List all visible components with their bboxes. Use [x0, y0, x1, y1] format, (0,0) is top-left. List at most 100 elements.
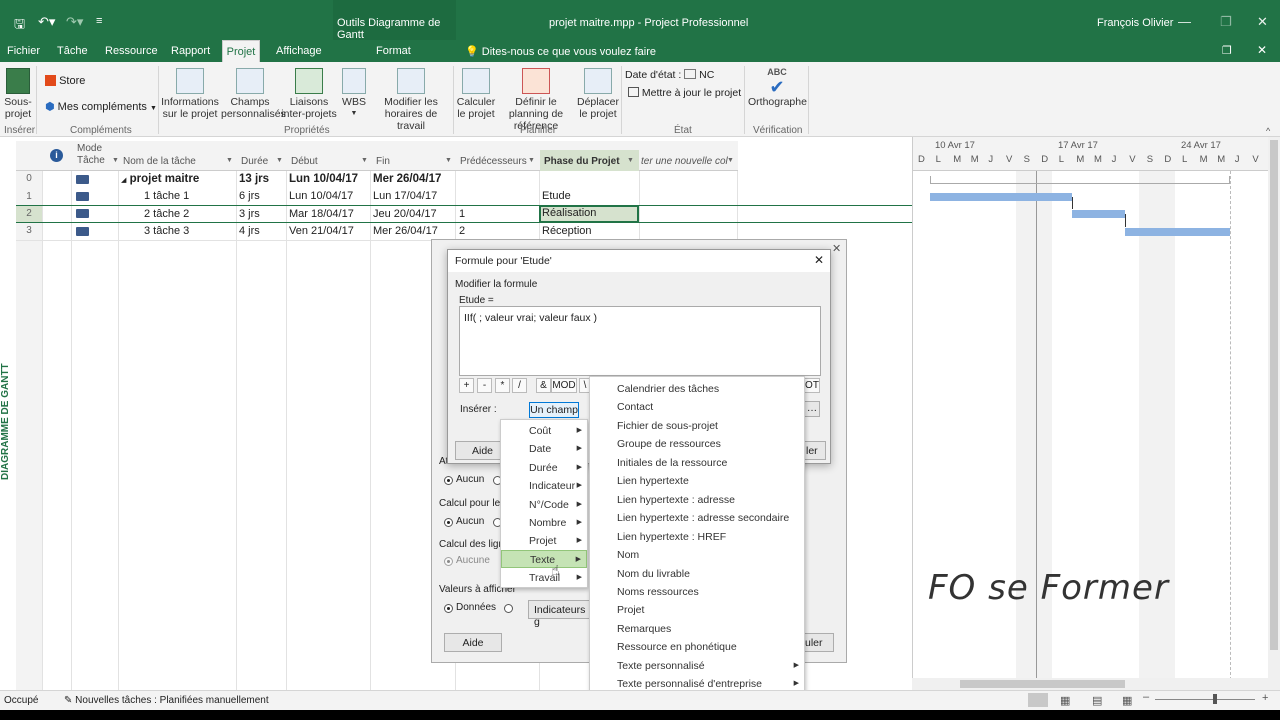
spelling-button[interactable]: ABC ✔ Orthographe	[748, 66, 807, 108]
menu-item-texte[interactable]: Texte ▶	[501, 550, 587, 568]
resource-sheet-icon[interactable]: ▦	[1122, 694, 1132, 707]
close-icon[interactable]: ✕	[1257, 14, 1268, 30]
h-scroll-thumb[interactable]	[960, 680, 1125, 688]
task-name[interactable]: 1 tâche 1	[144, 190, 189, 202]
col-header-duration[interactable]: Durée	[241, 156, 268, 167]
undo-icon[interactable]: ↶▾	[38, 14, 55, 30]
quick-access-menu-icon[interactable]: ≡	[96, 15, 102, 27]
task-start[interactable]: Ven 21/04/17	[289, 225, 354, 237]
submenu-item[interactable]: Groupe de ressources	[590, 435, 804, 453]
gantt-view-icon[interactable]	[1028, 693, 1048, 707]
insert-field-button[interactable]: Un champ ▾	[529, 402, 579, 428]
filter-icon[interactable]: ▼	[528, 157, 535, 164]
submenu-item[interactable]: Nom du livrable	[590, 565, 804, 583]
tab-affichage[interactable]: Affichage	[276, 45, 322, 57]
links-button[interactable]: Liaisons inter-projets	[281, 68, 337, 120]
radio-none-2[interactable]	[444, 518, 453, 527]
task-bar[interactable]	[1125, 228, 1230, 236]
task-start[interactable]: Lun 10/04/17	[289, 190, 353, 202]
col-header-add[interactable]: ter une nouvelle col	[641, 156, 728, 167]
row-number[interactable]: 2	[16, 206, 42, 222]
function-button[interactable]: …	[804, 401, 820, 417]
radio-none-1[interactable]	[444, 476, 453, 485]
menu-item-indicateur[interactable]: Indicateur ▶	[501, 477, 587, 495]
cancel-button[interactable]: ler	[804, 441, 826, 460]
new-tasks-status[interactable]: ✎ Nouvelles tâches : Planifiées manuelle…	[64, 695, 269, 706]
radio-none-3[interactable]	[444, 557, 453, 566]
task-finish[interactable]: Jeu 20/04/17	[373, 208, 437, 220]
filter-icon[interactable]: ▼	[112, 157, 119, 164]
update-project-button[interactable]: Mettre à jour le projet	[628, 87, 741, 99]
filter-icon[interactable]: ▼	[276, 157, 283, 164]
col-header-pred[interactable]: Prédécesseurs	[460, 156, 527, 167]
bg-cancel-button[interactable]: uler	[800, 633, 834, 652]
user-name[interactable]: François Olivier	[1097, 17, 1173, 29]
task-duration[interactable]: 13 jrs	[239, 173, 269, 185]
op-divide-button[interactable]: /	[512, 378, 527, 393]
task-name[interactable]: 3 tâche 3	[144, 225, 189, 237]
work-hours-button[interactable]: Modifier les horaires de travail	[371, 68, 451, 132]
collapse-ribbon-icon[interactable]: ^	[1266, 126, 1270, 136]
task-finish[interactable]: Lun 17/04/17	[373, 190, 437, 202]
tab-fichier[interactable]: Fichier	[7, 45, 40, 57]
task-finish[interactable]: Mer 26/04/17	[373, 173, 441, 185]
submenu-item[interactable]: Contact	[590, 398, 804, 416]
task-phase[interactable]: Réalisation	[542, 207, 596, 219]
task-duration[interactable]: 3 jrs	[239, 208, 260, 220]
row-number[interactable]: 3	[16, 223, 42, 240]
close-icon[interactable]: ✕	[832, 242, 841, 255]
move-project-button[interactable]: Déplacer le projet	[577, 68, 619, 120]
filter-icon[interactable]: ▼	[445, 157, 452, 164]
calc-project-button[interactable]: Calculer le projet	[456, 68, 496, 120]
task-finish[interactable]: Mer 26/04/17	[373, 225, 438, 237]
zoom-out-icon[interactable]: –	[1143, 691, 1149, 703]
row-number[interactable]: 1	[16, 189, 42, 206]
col-header-mode[interactable]: Mode Tâche	[77, 143, 107, 167]
baseline-button[interactable]: Définir le planning de référence	[496, 68, 576, 132]
filter-icon[interactable]: ▼	[727, 157, 734, 164]
col-header-finish[interactable]: Fin	[376, 156, 390, 167]
op-multiply-button[interactable]: *	[495, 378, 510, 393]
menu-item-duree[interactable]: Durée ▶	[501, 459, 587, 477]
menu-item-cout[interactable]: Coût ▶	[501, 422, 587, 440]
summary-bar[interactable]	[930, 176, 1230, 184]
team-planner-icon[interactable]: ▤	[1092, 694, 1102, 707]
task-start[interactable]: Lun 10/04/17	[289, 173, 358, 185]
op-not-button[interactable]: OT	[804, 378, 820, 393]
close-icon[interactable]: ✕	[814, 253, 824, 267]
filter-icon[interactable]: ▼	[361, 157, 368, 164]
task-usage-icon[interactable]: ▦	[1060, 694, 1070, 707]
filter-icon[interactable]: ▼	[226, 157, 233, 164]
tab-format[interactable]: Format	[376, 45, 411, 57]
task-bar[interactable]	[930, 193, 1072, 201]
row-number[interactable]: 0	[16, 171, 42, 188]
submenu-item[interactable]: Lien hypertexte	[590, 472, 804, 490]
collapse-icon[interactable]: ◢	[121, 177, 126, 184]
menu-item-projet[interactable]: Projet ▶	[501, 532, 587, 550]
task-phase[interactable]: Réception	[542, 225, 592, 237]
task-start[interactable]: Mar 18/04/17	[289, 208, 354, 220]
save-icon[interactable]: 🖫	[14, 15, 25, 37]
subproject-button[interactable]: Sous-projet	[3, 68, 33, 120]
menu-item-code[interactable]: N°/Code ▶	[501, 496, 587, 514]
radio-indicators[interactable]	[504, 604, 513, 613]
indicators-button[interactable]: Indicateurs g	[528, 600, 590, 628]
tab-rapport[interactable]: Rapport	[171, 45, 210, 57]
op-mod-button[interactable]: MOD	[551, 378, 577, 393]
task-name[interactable]: ◢ projet maitre	[121, 173, 199, 185]
menu-item-date[interactable]: Date ▶	[501, 440, 587, 458]
col-header-name[interactable]: Nom de la tâche	[123, 156, 196, 167]
task-pred[interactable]: 2	[459, 225, 465, 237]
maximize-icon[interactable]: ❐	[1220, 14, 1232, 30]
task-name[interactable]: 2 tâche 2	[144, 208, 189, 220]
submenu-item[interactable]: Texte personnalisé ▶	[590, 657, 804, 675]
task-duration[interactable]: 4 jrs	[239, 225, 260, 237]
task-phase[interactable]: Etude	[542, 190, 571, 202]
submenu-item[interactable]: Ressource en phonétique	[590, 638, 804, 656]
col-header-start[interactable]: Début	[291, 156, 318, 167]
zoom-in-icon[interactable]: +	[1262, 692, 1268, 704]
submenu-item[interactable]: Lien hypertexte : adresse secondaire	[590, 509, 804, 527]
menu-item-travail[interactable]: Travail ▶	[501, 569, 587, 587]
task-bar[interactable]	[1072, 210, 1125, 218]
zoom-slider-thumb[interactable]	[1213, 694, 1217, 704]
